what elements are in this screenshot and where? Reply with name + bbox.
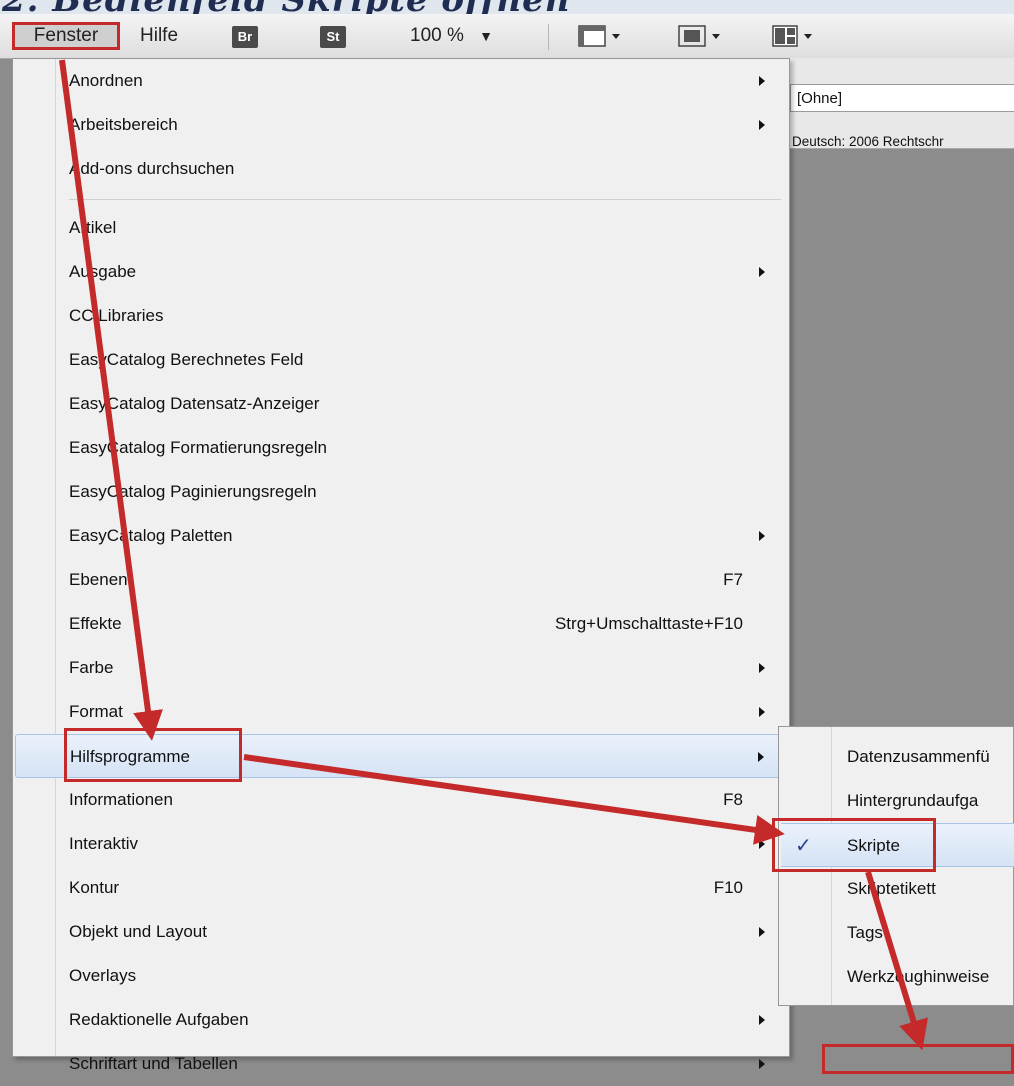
toolbar-divider <box>548 24 549 50</box>
menu-item-easycatalog-paginierungsregeln[interactable]: EasyCatalog Paginierungsregeln <box>15 470 787 514</box>
menu-item-interaktiv[interactable]: Interaktiv <box>15 822 787 866</box>
menu-item-objekt-und-layout[interactable]: Objekt und Layout <box>15 910 787 954</box>
menu-item-label: Anordnen <box>69 71 143 90</box>
menu-item-easycatalog-formatierungsregeln[interactable]: EasyCatalog Formatierungsregeln <box>15 426 787 470</box>
submenu-item-label: Werkzeughinweise <box>847 967 990 986</box>
menu-item-ausgabe[interactable]: Ausgabe <box>15 250 787 294</box>
menu-item-add-ons[interactable]: Add-ons durchsuchen <box>15 147 787 191</box>
submenu-item-skriptetikett[interactable]: Skriptetikett <box>781 867 1014 911</box>
bridge-button[interactable]: Br <box>232 26 258 48</box>
menu-item-label: Schriftart und Tabellen <box>69 1054 238 1073</box>
menu-item-ebenen[interactable]: Ebenen F7 <box>15 558 787 602</box>
screen-mode-icon[interactable] <box>678 24 724 48</box>
menu-item-label: Interaktiv <box>69 834 138 853</box>
submenu-arrow-icon <box>759 1015 765 1025</box>
menu-item-arbeitsbereich[interactable]: Arbeitsbereich <box>15 103 787 147</box>
submenu-arrow-icon <box>759 76 765 86</box>
menu-item-shortcut: F7 <box>723 570 743 589</box>
menu-item-farbe[interactable]: Farbe <box>15 646 787 690</box>
menu-item-overlays[interactable]: Overlays <box>15 954 787 998</box>
language-field[interactable]: Deutsch: 2006 Rechtschr <box>792 134 944 149</box>
menu-item-label: Ebenen <box>69 570 128 589</box>
menu-item-label: Add-ons durchsuchen <box>69 159 235 178</box>
menu-item-label: EasyCatalog Datensatz-Anzeiger <box>69 394 320 413</box>
menu-item-label: CC Libraries <box>69 306 164 325</box>
menu-item-label: Farbe <box>69 658 114 677</box>
menu-item-redaktionelle-aufgaben[interactable]: Redaktionelle Aufgaben <box>15 998 787 1042</box>
zoom-select[interactable]: 100 % ▼ <box>410 22 493 50</box>
menu-item-label: EasyCatalog Paginierungsregeln <box>69 482 317 501</box>
submenu-arrow-icon <box>759 1059 765 1069</box>
submenu-item-datenzusammenfuehrung[interactable]: Datenzusammenfü <box>781 735 1014 779</box>
submenu-item-label: Hintergrundaufga <box>847 791 979 810</box>
highlight-box-skripte <box>772 818 936 872</box>
menu-item-label: Effekte <box>69 614 122 633</box>
submenu-item-werkzeughinweise[interactable]: Werkzeughinweise <box>781 955 1014 999</box>
highlight-box-hilfsprogramme <box>64 728 242 782</box>
submenu-item-label: Tags <box>847 923 883 942</box>
menu-item-label: Informationen <box>69 790 173 809</box>
menu-item-label: Artikel <box>69 218 117 237</box>
submenu-arrow-icon <box>759 839 765 849</box>
submenu-arrow-icon <box>759 927 765 937</box>
submenu-arrow-icon <box>759 707 765 717</box>
submenu-item-hintergrundaufgaben[interactable]: Hintergrundaufga <box>781 779 1014 823</box>
fenster-dropdown-menu: Anordnen Arbeitsbereich Add-ons durchsuc… <box>12 58 790 1073</box>
menu-item-easycatalog-datensatz-anzeiger[interactable]: EasyCatalog Datensatz-Anzeiger <box>15 382 787 426</box>
submenu-arrow-icon <box>758 752 764 762</box>
menu-item-shortcut: Strg+Umschalttaste+F10 <box>554 614 743 633</box>
menu-item-label: Objekt und Layout <box>69 922 207 941</box>
menu-hilfe[interactable]: Hilfe <box>140 22 178 50</box>
submenu-arrow-icon <box>759 531 765 541</box>
menu-item-informationen[interactable]: Informationen F8 <box>15 778 787 822</box>
menu-item-label: Redaktionelle Aufgaben <box>69 1010 249 1029</box>
menu-separator <box>69 199 781 200</box>
submenu-item-label: Datenzusammenfü <box>847 747 990 766</box>
paragraph-style-field[interactable]: [Ohne] <box>790 84 1014 112</box>
menu-item-label: EasyCatalog Berechnetes Feld <box>69 350 304 369</box>
menu-item-cc-libraries[interactable]: CC Libraries <box>15 294 787 338</box>
menu-item-label: EasyCatalog Paletten <box>69 526 233 545</box>
menu-item-artikel[interactable]: Artikel <box>15 206 787 250</box>
menu-item-effekte[interactable]: Effekte Strg+Umschalttaste+F10 <box>15 602 787 646</box>
menu-item-label: Kontur <box>69 878 120 897</box>
menu-item-easycatalog-berechnetes-feld[interactable]: EasyCatalog Berechnetes Feld <box>15 338 787 382</box>
menu-item-shortcut: F10 <box>713 878 743 897</box>
submenu-item-tags[interactable]: Tags <box>781 911 1014 955</box>
menu-item-anordnen[interactable]: Anordnen <box>15 59 787 103</box>
menu-item-label: Arbeitsbereich <box>69 115 178 134</box>
menu-item-easycatalog-paletten[interactable]: EasyCatalog Paletten <box>15 514 787 558</box>
stock-button[interactable]: St <box>320 26 346 48</box>
submenu-arrow-icon <box>759 267 765 277</box>
menu-fenster[interactable]: Fenster <box>12 22 120 50</box>
highlight-box-skripte-panel <box>822 1044 1014 1074</box>
view-options-icon[interactable] <box>578 24 624 48</box>
zoom-value: 100 % <box>410 25 464 46</box>
arrange-documents-icon[interactable] <box>772 24 818 48</box>
chevron-down-icon: ▼ <box>479 28 494 44</box>
menu-bar: Fenster Hilfe Br St 100 % ▼ <box>0 14 1014 59</box>
menu-item-label: EasyCatalog Formatierungsregeln <box>69 438 327 457</box>
menu-item-schriftart-und-tabellen[interactable]: Schriftart und Tabellen <box>15 1042 787 1086</box>
menu-item-kontur[interactable]: Kontur F10 <box>15 866 787 910</box>
menu-item-label: Overlays <box>69 966 137 985</box>
menu-item-label: Ausgabe <box>69 262 137 281</box>
tutorial-heading: 2. Bedienfeld Skripte öffnen <box>0 0 1014 14</box>
tutorial-heading-text: 2. Bedienfeld Skripte öffnen <box>2 0 570 14</box>
submenu-arrow-icon <box>759 663 765 673</box>
menu-item-shortcut: F8 <box>723 790 743 809</box>
submenu-item-label: Skriptetikett <box>847 879 936 898</box>
submenu-arrow-icon <box>759 120 765 130</box>
